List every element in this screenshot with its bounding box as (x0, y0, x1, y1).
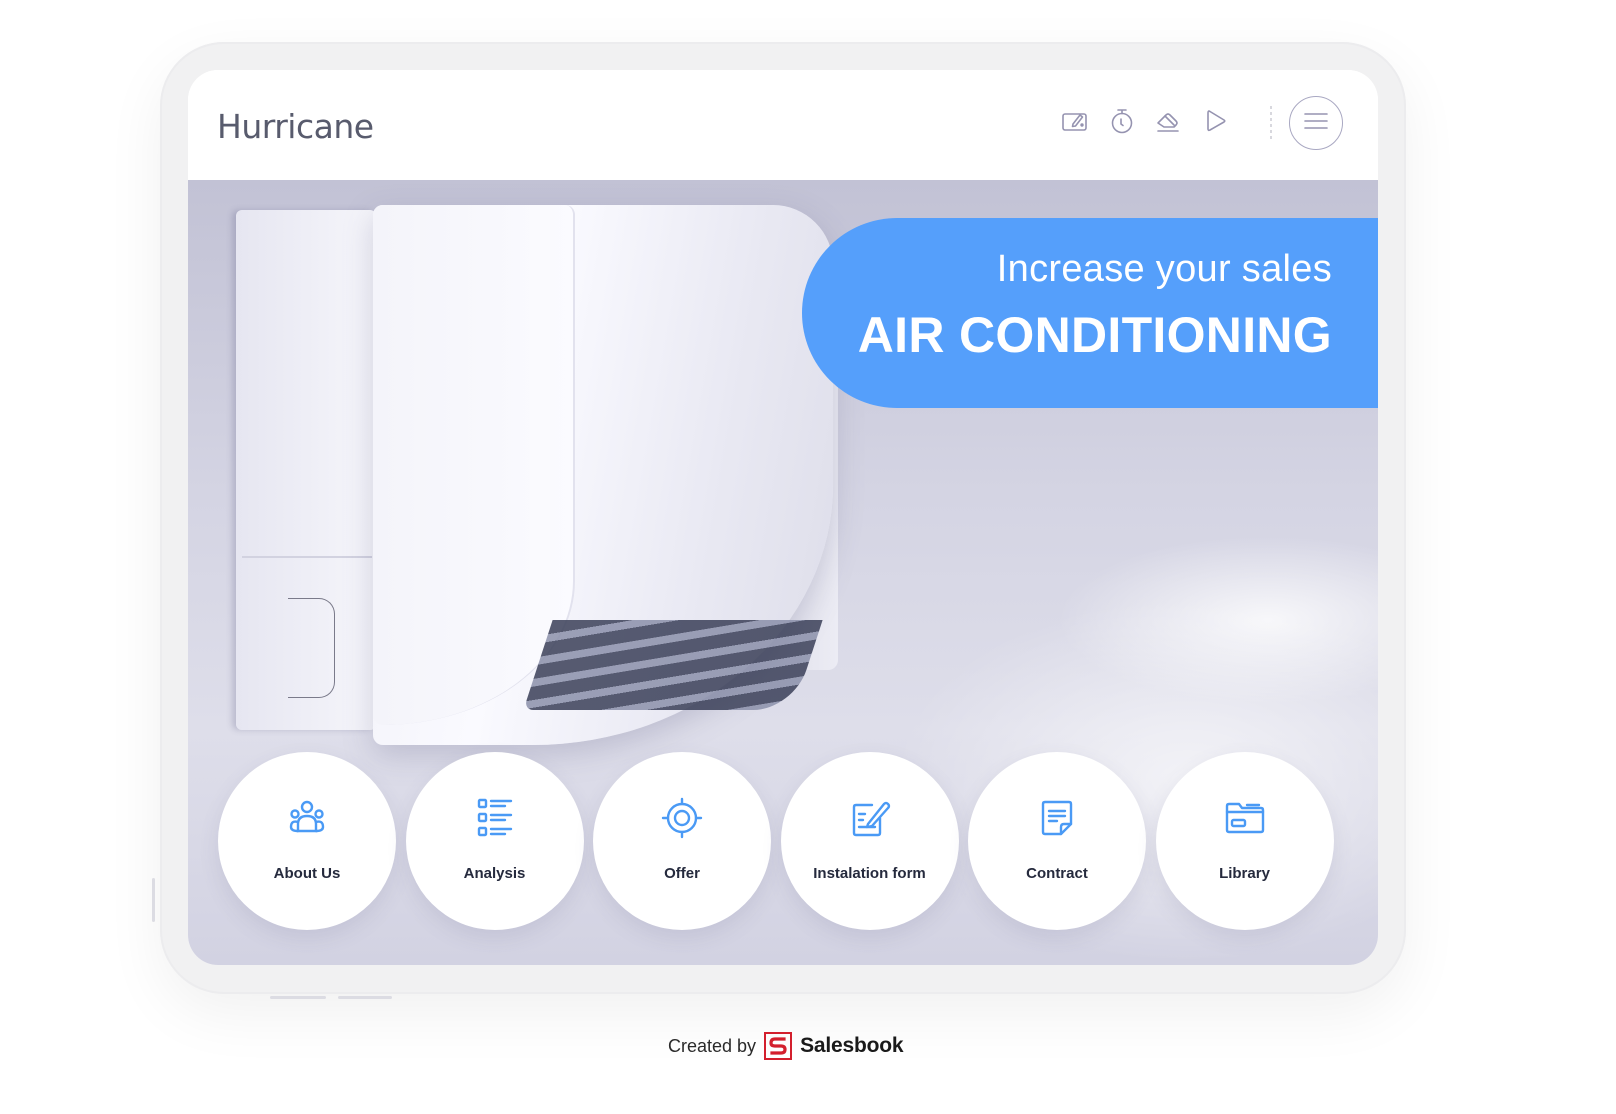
notes-icon (1060, 106, 1090, 141)
eraser-icon (1154, 106, 1184, 141)
top-bar: Hurricane (188, 70, 1378, 180)
app-screen: Hurricane Increase your sales AIR CONDIT… (188, 70, 1378, 965)
team-icon (285, 796, 329, 840)
nav-label: Offer (664, 865, 700, 882)
nav-label: Analysis (463, 865, 526, 882)
hero-banner: Increase your sales AIR CONDITIONING (802, 218, 1378, 408)
document-icon (1035, 796, 1079, 840)
nav-label: About Us (273, 865, 341, 882)
tablet-volume-button (338, 996, 392, 999)
target-icon (660, 796, 704, 840)
notes-button[interactable] (1058, 106, 1092, 140)
footer-credit: Created by Salesbook (668, 1030, 904, 1062)
hero-title: AIR CONDITIONING (857, 307, 1332, 363)
salesbook-brand[interactable]: Salesbook (800, 1034, 903, 1058)
brand-logo[interactable]: Hurricane (217, 107, 374, 146)
tablet-side-button (152, 878, 155, 922)
folder-icon (1223, 796, 1267, 840)
toolbar-divider (1270, 106, 1272, 140)
nav-analysis[interactable]: Analysis (405, 752, 584, 930)
stopwatch-icon (1107, 106, 1137, 141)
checklist-icon (473, 796, 517, 840)
edit-form-icon (848, 796, 892, 840)
eraser-button[interactable] (1152, 106, 1186, 140)
nav-offer[interactable]: Offer (593, 752, 771, 930)
hamburger-icon (1303, 111, 1329, 136)
nav-label: Instalation form (813, 865, 926, 882)
nav-label: Library (1219, 865, 1270, 882)
main-navigation: About Us Analysis Offer Instalation form… (218, 752, 1343, 932)
nav-instalation-form[interactable]: Instalation form (780, 752, 959, 930)
menu-button[interactable] (1289, 96, 1343, 150)
timer-button[interactable] (1105, 106, 1139, 140)
nav-label: Contract (1026, 865, 1088, 882)
nav-about-us[interactable]: About Us (218, 752, 396, 930)
created-by-text: Created by (668, 1035, 757, 1056)
toolbar (1058, 106, 1302, 140)
nav-contract[interactable]: Contract (968, 752, 1146, 930)
play-icon (1201, 106, 1231, 141)
present-button[interactable] (1199, 106, 1233, 140)
nav-library[interactable]: Library (1155, 752, 1334, 930)
salesbook-logo-icon (764, 1032, 793, 1060)
hero-subtitle: Increase your sales (996, 248, 1332, 290)
tablet-volume-button (270, 996, 326, 999)
hero-section: Increase your sales AIR CONDITIONING Abo… (188, 180, 1378, 965)
